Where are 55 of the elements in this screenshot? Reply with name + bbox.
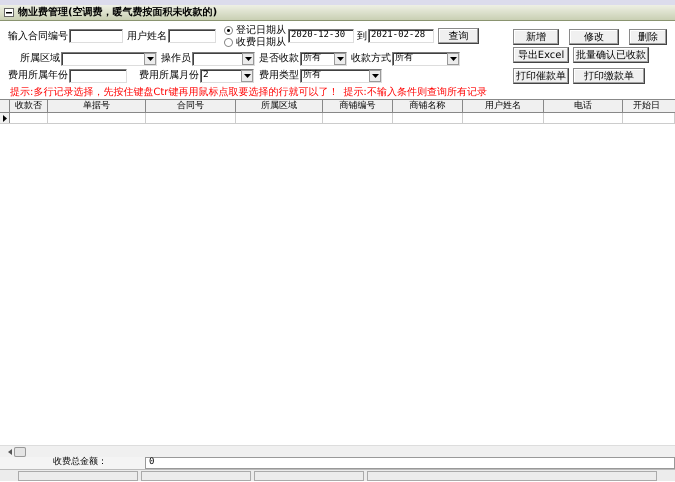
dropdown[interactable]: 所有	[392, 52, 460, 66]
dropdown[interactable]: 所有	[300, 52, 347, 66]
column-header: 收款否	[10, 100, 48, 112]
field-label: 是否收款	[259, 53, 299, 64]
scroll-thumb[interactable]	[14, 446, 26, 456]
field-label: 费用类型	[259, 70, 299, 81]
dropdown[interactable]	[192, 52, 255, 66]
column-header: 合同号	[146, 100, 236, 112]
column-header: 电话	[544, 100, 623, 112]
dropdown[interactable]	[61, 52, 157, 66]
caret-icon	[450, 56, 456, 60]
input-field[interactable]	[168, 29, 216, 43]
caret-icon	[372, 74, 378, 78]
radio-option[interactable]: 收费日期从	[224, 36, 286, 48]
column-header: 商铺编号	[323, 100, 393, 112]
date-field[interactable]: 2021-02-28	[368, 29, 434, 43]
caret-icon	[244, 56, 252, 60]
column-header: 单据号	[48, 100, 146, 112]
column-header: 开始日	[632, 100, 661, 112]
field-label: 收款方式	[351, 53, 391, 64]
query-button[interactable]: 查询	[438, 28, 479, 44]
column-header: 所属区域	[236, 100, 323, 112]
horizontal-scrollbar[interactable]	[0, 445, 675, 457]
caret-icon	[146, 56, 154, 60]
hint-text: 提示:不输入条件则查询所有记录	[343, 87, 487, 98]
caret-icon	[336, 56, 344, 60]
hint-text: 提示:多行记录选择，先按住键盘Ctr键再用鼠标点取要选择的行就可以了！	[10, 87, 338, 98]
dropdown[interactable]: 2	[200, 68, 254, 82]
caret-icon	[244, 74, 250, 78]
dropdown[interactable]: 所有	[300, 68, 382, 82]
action-button[interactable]: 打印催款单	[513, 68, 569, 84]
scroll-left-icon[interactable]	[8, 448, 12, 454]
field-label: 费用所属年份	[8, 70, 68, 81]
input-field[interactable]	[69, 68, 127, 82]
field-label: 输入合同编号	[8, 30, 68, 42]
action-button[interactable]: 导出Excel	[513, 47, 569, 63]
field-label: 用户姓名	[127, 30, 167, 42]
radio-option[interactable]: 登记日期从	[224, 24, 286, 36]
collapse-icon[interactable]	[4, 8, 14, 17]
field-label: 费用所属月份	[139, 70, 199, 81]
field-label: 操作员	[161, 53, 191, 64]
column-header: 用户姓名	[463, 100, 544, 112]
field-label: 所属区域	[20, 53, 60, 64]
total-label: 收费总金额：	[52, 458, 108, 468]
action-button[interactable]: 修改	[569, 29, 619, 45]
window-title: 物业费管理(空调费，暖气费按面积未收款的)	[18, 7, 218, 18]
action-button[interactable]: 新增	[513, 29, 559, 45]
total-field: 0	[145, 457, 675, 469]
input-field[interactable]	[69, 29, 123, 43]
field-label: 到	[357, 30, 367, 42]
column-header: 商铺名称	[393, 100, 463, 112]
action-button[interactable]: 删除	[629, 29, 667, 45]
action-button[interactable]: 打印缴款单	[573, 68, 645, 84]
action-button[interactable]: 批量确认已收款	[573, 47, 649, 63]
date-field[interactable]: 2020-12-30	[288, 29, 354, 43]
